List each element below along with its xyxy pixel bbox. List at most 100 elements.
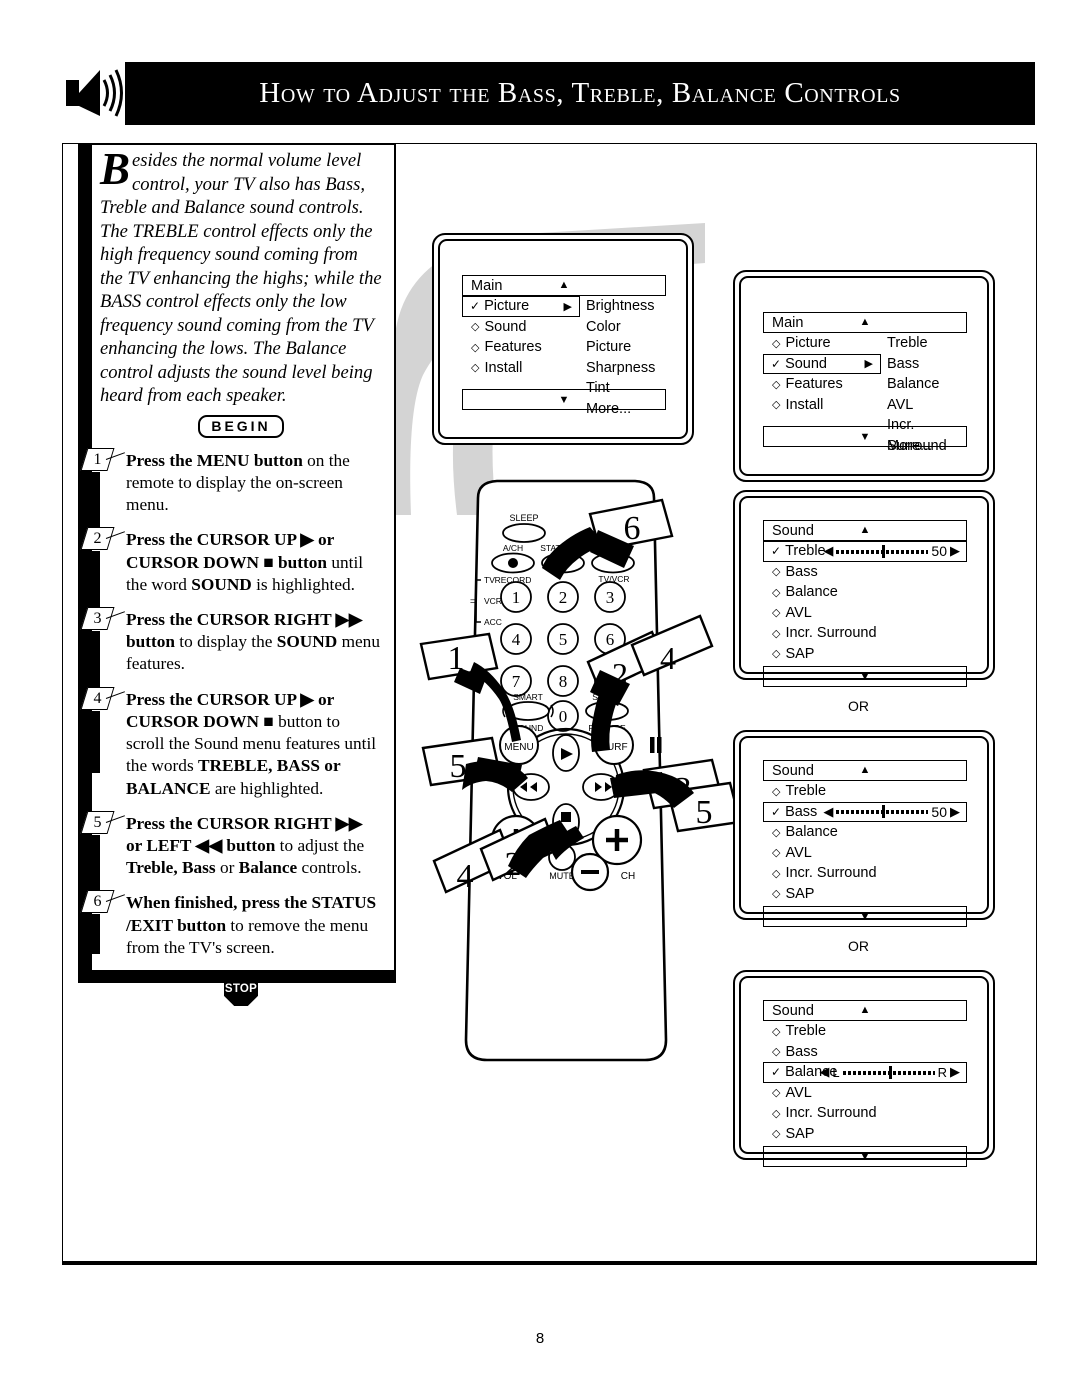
osd-item-label: Picture <box>785 335 831 352</box>
osd-item-label: Sound <box>785 355 827 372</box>
slider-knob[interactable] <box>882 805 886 819</box>
osd-menu-item[interactable]: ✓ Balance ◀ L R ▶ <box>763 1062 967 1083</box>
osd-item-label: Incr. Surround <box>785 1105 877 1122</box>
osd-menu-item[interactable]: ◇ Bass <box>763 1042 967 1063</box>
osd-bottombar[interactable]: ▼ <box>763 1146 967 1167</box>
osd-item-label: Picture <box>484 298 530 315</box>
or-label-second: OR <box>848 938 869 954</box>
cursor-down-square-icon <box>561 812 571 822</box>
osd-bottombar[interactable]: ▼ <box>763 666 967 687</box>
osd-menu-item[interactable]: ◇ Incr. Surround <box>763 1103 967 1124</box>
osd-submenu-item: Bass <box>887 355 920 372</box>
osd-menu-item[interactable]: ◇ Incr. Surround <box>763 863 967 884</box>
osd-menu-item[interactable]: ◇ Treble <box>763 1021 967 1042</box>
osd-title: Sound <box>772 762 814 779</box>
osd-menu-item[interactable]: ◇ Balance <box>763 582 967 603</box>
checkmark-icon: ✓ <box>771 356 782 371</box>
slider-track[interactable] <box>842 1065 935 1079</box>
scroll-up-caret-icon: ▲ <box>859 524 871 536</box>
step-text: Press the CURSOR UP ▶ or CURSOR DOWN ■ b… <box>126 689 377 798</box>
slider-right-arrow-icon[interactable]: ▶ <box>950 543 960 559</box>
osd-title: Main <box>772 314 804 331</box>
osd-menu-item[interactable]: ◇ Bass <box>763 562 967 583</box>
osd-menu-item[interactable]: ◇ AVL <box>763 603 967 624</box>
intro-dropcap: B <box>100 144 131 194</box>
sleep-button[interactable] <box>502 523 546 543</box>
osd-menu-item[interactable]: ◇ AVL <box>763 843 967 864</box>
osd-slider[interactable]: ◀ L R ▶ <box>819 1064 960 1080</box>
diamond-bullet-icon: ◇ <box>772 337 781 350</box>
osd-bottombar[interactable]: ▼ <box>763 906 967 927</box>
osd-main-sound: Main ▲ ◇ Picture ✓ Sound ▶ ◇ Features ◇ Install … <box>763 312 967 454</box>
slider-left-arrow-icon[interactable]: ◀ <box>819 1064 829 1080</box>
osd-menu-item[interactable]: ◇ Balance <box>763 822 967 843</box>
osd-submenu-item: Tint <box>586 380 610 396</box>
osd-menu-item[interactable]: ✓ Picture ▶ <box>462 296 580 317</box>
checkmark-icon: ✓ <box>771 804 782 819</box>
begin-badge-wrap: BEGIN <box>100 414 382 438</box>
osd-item-label: Treble <box>785 1023 827 1040</box>
osd-menu-item[interactable]: ◇ Picture <box>763 333 881 354</box>
osd-submenu-item: Balance <box>887 376 940 392</box>
osd-menu-item[interactable]: ✓ Bass ◀ 50 ▶ <box>763 801 967 822</box>
osd-submenu-item: Incr. Surround <box>887 417 947 454</box>
osd-menu-item[interactable]: ◇ AVL <box>763 1083 967 1104</box>
diamond-bullet-icon: ◇ <box>471 362 480 375</box>
vcr-label: VCR <box>484 596 502 606</box>
osd-menu-item[interactable]: ◇ Features <box>763 374 881 395</box>
osd-left-column: ◇ Picture ✓ Sound ▶ ◇ Features ◇ Install <box>763 333 881 415</box>
osd-menu-item[interactable]: ◇ Sound <box>462 317 580 338</box>
step-text: Press the MENU button on the remote to d… <box>126 450 350 515</box>
osd-item-label: AVL <box>785 604 812 621</box>
osd-menu-item[interactable]: ◇ SAP <box>763 644 967 665</box>
osd-submenu-item: Treble <box>887 335 928 351</box>
osd-slider[interactable]: ◀ 50 ▶ <box>823 804 960 820</box>
osd-item-label: Balance <box>785 584 838 601</box>
step-text: Press the CURSOR RIGHT ▶▶ button to disp… <box>126 609 380 674</box>
diamond-bullet-icon: ◇ <box>471 341 480 354</box>
device-selector-icon: = <box>470 596 475 606</box>
osd-item-label: Bass <box>785 563 818 580</box>
osd-menu-item[interactable]: ◇ Features <box>462 337 580 358</box>
slider-knob[interactable] <box>882 544 886 558</box>
step-5: 5 Press the CURSOR RIGHT ▶▶ or LEFT ◀◀ bu… <box>80 810 382 897</box>
slider-track[interactable] <box>836 805 929 819</box>
tv-screen-sound-treble: Sound ▲ ✓ Treble ◀ 50 ▶ ◇ Bass ◇ Balance ◇ AVL ◇ Inc… <box>733 490 995 687</box>
acc-label: ACC <box>484 617 502 627</box>
osd-item-label: AVL <box>785 844 812 861</box>
instruction-panel: Besides the normal volume level control,… <box>78 143 396 1007</box>
osd-item-label: Balance <box>785 824 838 841</box>
osd-item-label: SAP <box>785 645 815 662</box>
step-connector-bar <box>89 710 100 773</box>
slider-left-arrow-icon[interactable]: ◀ <box>823 804 833 820</box>
osd-menu-item[interactable]: ◇ Treble <box>763 781 967 802</box>
slider-knob[interactable] <box>888 1065 892 1079</box>
step-text: When finished, press the STATUS /EXIT bu… <box>126 893 377 957</box>
diamond-bullet-icon: ◇ <box>772 1087 781 1100</box>
slider-left-label: L <box>832 1064 840 1080</box>
osd-menu-item[interactable]: ✓ Sound ▶ <box>763 353 881 374</box>
osd-menu-item[interactable]: ◇ SAP <box>763 1124 967 1145</box>
slider-track[interactable] <box>836 544 929 558</box>
slider-right-arrow-icon[interactable]: ▶ <box>950 804 960 820</box>
slider-left-arrow-icon[interactable]: ◀ <box>823 543 833 559</box>
osd-menu-item[interactable]: ◇ Install <box>763 395 881 416</box>
sleep-label: SLEEP <box>509 513 538 523</box>
osd-menu-item[interactable]: ◇ Incr. Surround <box>763 623 967 644</box>
osd-menu-item[interactable]: ◇ Install <box>462 358 580 379</box>
slider-right-arrow-icon[interactable]: ▶ <box>950 1064 960 1080</box>
tv-screen-sound-balance: Sound ▲ ◇ Treble ◇ Bass ✓ Balance ◀ L R ▶ ◇ AVL ◇ Inc… <box>733 970 995 1167</box>
osd-title: Sound <box>772 522 814 539</box>
osd-menu-item[interactable]: ✓ Treble ◀ 50 ▶ <box>763 541 967 562</box>
scroll-down-caret-icon: ▼ <box>859 670 871 683</box>
osd-menu-item[interactable]: ◇ SAP <box>763 884 967 905</box>
step-3: 3 Press the CURSOR RIGHT ▶▶ button to dis… <box>80 606 382 693</box>
osd-titlebar: Sound ▲ <box>763 520 967 541</box>
osd-item-label: Install <box>785 396 824 413</box>
scroll-up-caret-icon: ▲ <box>558 279 570 291</box>
osd-sound-bass: Sound ▲ ◇ Treble ✓ Bass ◀ 50 ▶ ◇ Balance ◇ AVL ◇ Inc… <box>763 760 967 927</box>
osd-item-label: Features <box>785 376 843 393</box>
step-1: 1 Press the MENU button on the remote to … <box>80 447 382 534</box>
osd-slider[interactable]: ◀ 50 ▶ <box>823 543 960 559</box>
osd-items: ✓ Treble ◀ 50 ▶ ◇ Bass ◇ Balance ◇ AVL ◇ Incr. Surro… <box>763 541 967 664</box>
